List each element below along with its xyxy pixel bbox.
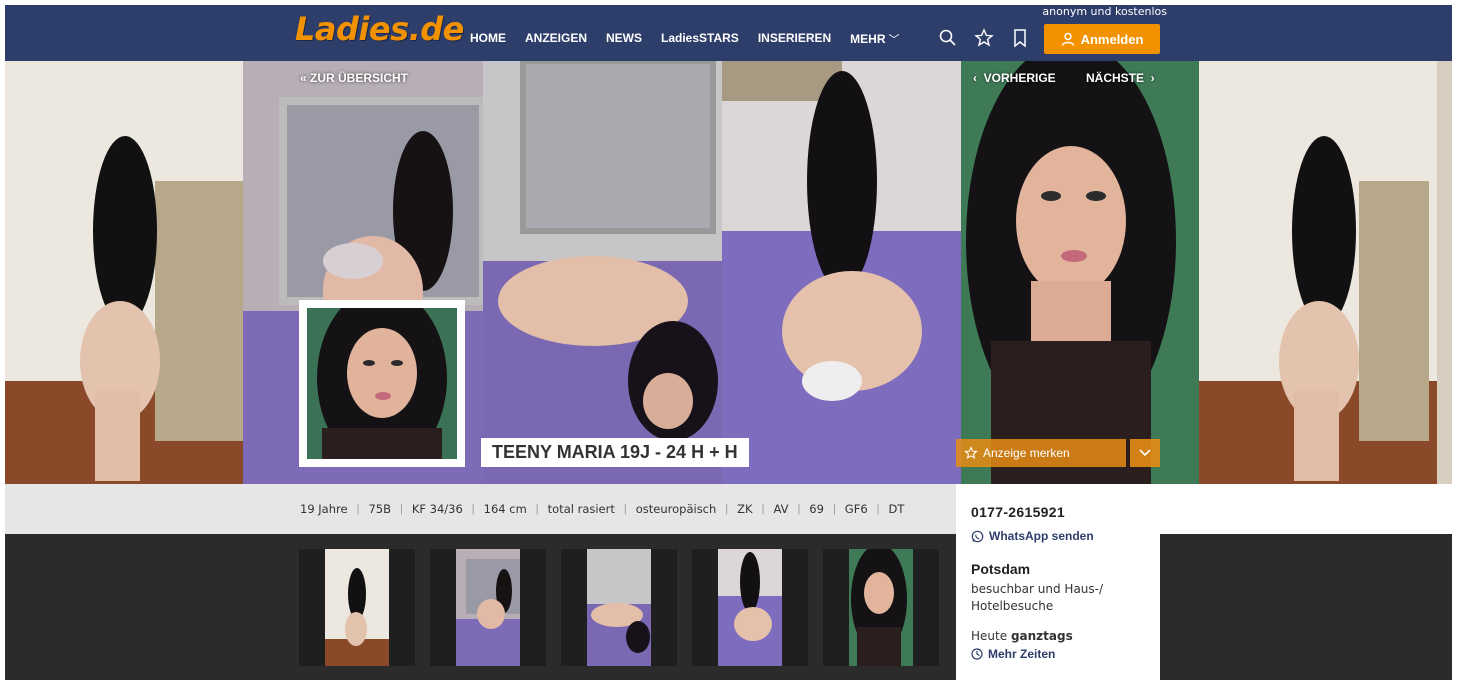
- gallery-photo[interactable]: [961, 61, 1199, 484]
- header-icons: [938, 28, 1030, 48]
- today-availability: Heute ganztags: [971, 629, 1145, 643]
- star-outline-icon: [964, 446, 978, 460]
- thumbnail-4[interactable]: [692, 549, 808, 666]
- city-name: Potsdam: [971, 561, 1031, 577]
- gallery-photo[interactable]: [483, 61, 722, 484]
- bookmark-icon[interactable]: [1010, 28, 1030, 48]
- save-ad-dropdown[interactable]: [1130, 439, 1160, 467]
- attribute-separator: |: [797, 503, 801, 515]
- nav-news[interactable]: NEWS: [606, 31, 642, 47]
- page: anonym und kostenlos Ladies.de HOME ANZE…: [0, 0, 1462, 680]
- thumbnail-5[interactable]: [823, 549, 939, 666]
- nav-mehr-label: MEHR: [850, 32, 886, 46]
- more-times-link[interactable]: Mehr Zeiten: [971, 647, 1145, 661]
- ad-title: TEENY MARIA 19J - 24 H + H: [481, 438, 749, 467]
- prev-label: VORHERIGE: [983, 71, 1056, 85]
- attribute-item: 164 cm: [483, 502, 527, 516]
- photo-gallery[interactable]: [5, 61, 1452, 484]
- attribute-item: AV: [773, 502, 789, 516]
- main-nav: HOME ANZEIGEN NEWS LadiesSTARS INSERIERE…: [470, 31, 919, 47]
- attributes-bar: 19 Jahre | 75B | KF 34/36 | 164 cm | total rasie…: [5, 484, 956, 534]
- thumbnail-3[interactable]: [561, 549, 677, 666]
- attribute-separator: |: [399, 503, 403, 515]
- attribute-item: ZK: [737, 502, 753, 516]
- nav-mehr[interactable]: MEHR ﹀: [850, 31, 899, 47]
- attribute-separator: |: [725, 503, 729, 515]
- attribute-item: osteuropäisch: [635, 502, 717, 516]
- phone-number[interactable]: 0177-2615921: [971, 504, 1145, 520]
- site-logo[interactable]: Ladies.de: [295, 10, 464, 48]
- attribute-item: 19 Jahre: [300, 502, 348, 516]
- gallery-photo[interactable]: [722, 61, 961, 484]
- gallery-photo[interactable]: [1199, 61, 1452, 484]
- attribute-item: 75B: [368, 502, 391, 516]
- search-icon[interactable]: [938, 28, 958, 48]
- whatsapp-label: WhatsApp senden: [989, 529, 1094, 543]
- attribute-separator: |: [471, 503, 475, 515]
- thumbnail-2[interactable]: [430, 549, 546, 666]
- gallery-photo[interactable]: [5, 61, 243, 484]
- save-ad-label: Anzeige merken: [983, 446, 1070, 460]
- whatsapp-icon: [971, 530, 984, 542]
- nav-ladiesstars[interactable]: LadiesSTARS: [661, 31, 739, 47]
- attribute-separator: |: [876, 503, 880, 515]
- back-label: ZUR ÜBERSICHT: [310, 71, 409, 85]
- attribute-separator: |: [356, 503, 360, 515]
- nav-inserieren[interactable]: INSERIEREN: [758, 31, 831, 47]
- user-icon: [1061, 32, 1074, 46]
- nav-anzeigen[interactable]: ANZEIGEN: [525, 31, 587, 47]
- more-times-label: Mehr Zeiten: [988, 647, 1056, 661]
- visit-info: besuchbar und Haus-/ Hotelbesuche: [971, 582, 1104, 613]
- back-to-overview-link[interactable]: « ZUR ÜBERSICHT: [300, 71, 408, 85]
- attribute-separator: |: [535, 503, 539, 515]
- nav-home[interactable]: HOME: [470, 31, 506, 47]
- today-prefix: Heute: [971, 629, 1008, 643]
- chevron-down-icon: [1139, 449, 1151, 457]
- attribute-separator: |: [623, 503, 627, 515]
- attribute-separator: |: [832, 503, 836, 515]
- next-link[interactable]: NÄCHSTE ›: [1086, 71, 1155, 85]
- chevron-down-icon: ﹀: [888, 34, 900, 46]
- clock-icon: [971, 648, 983, 660]
- whatsapp-link[interactable]: WhatsApp senden: [971, 529, 1145, 543]
- save-ad-button[interactable]: Anzeige merken: [956, 439, 1126, 467]
- attribute-separator: |: [761, 503, 765, 515]
- thumbnail-1[interactable]: [299, 549, 415, 666]
- attribute-item: GF6: [844, 502, 868, 516]
- next-label: NÄCHSTE: [1086, 71, 1145, 85]
- login-button[interactable]: Anmelden: [1044, 24, 1160, 54]
- attribute-item: DT: [888, 502, 905, 516]
- today-value: ganztags: [1010, 629, 1073, 643]
- contact-card: 0177-2615921 WhatsApp senden Potsdam bes…: [956, 484, 1160, 680]
- login-label: Anmelden: [1080, 31, 1144, 47]
- profile-thumbnail[interactable]: [299, 300, 465, 467]
- star-icon[interactable]: [974, 28, 994, 48]
- previous-link[interactable]: ‹ VORHERIGE: [973, 71, 1056, 85]
- attribute-item: KF 34/36: [411, 502, 463, 516]
- attributes-list: 19 Jahre | 75B | KF 34/36 | 164 cm | total rasie…: [300, 502, 904, 516]
- attribute-item: total rasiert: [547, 502, 615, 516]
- attribute-item: 69: [809, 502, 824, 516]
- anonymous-note: anonym und kostenlos: [1042, 5, 1167, 18]
